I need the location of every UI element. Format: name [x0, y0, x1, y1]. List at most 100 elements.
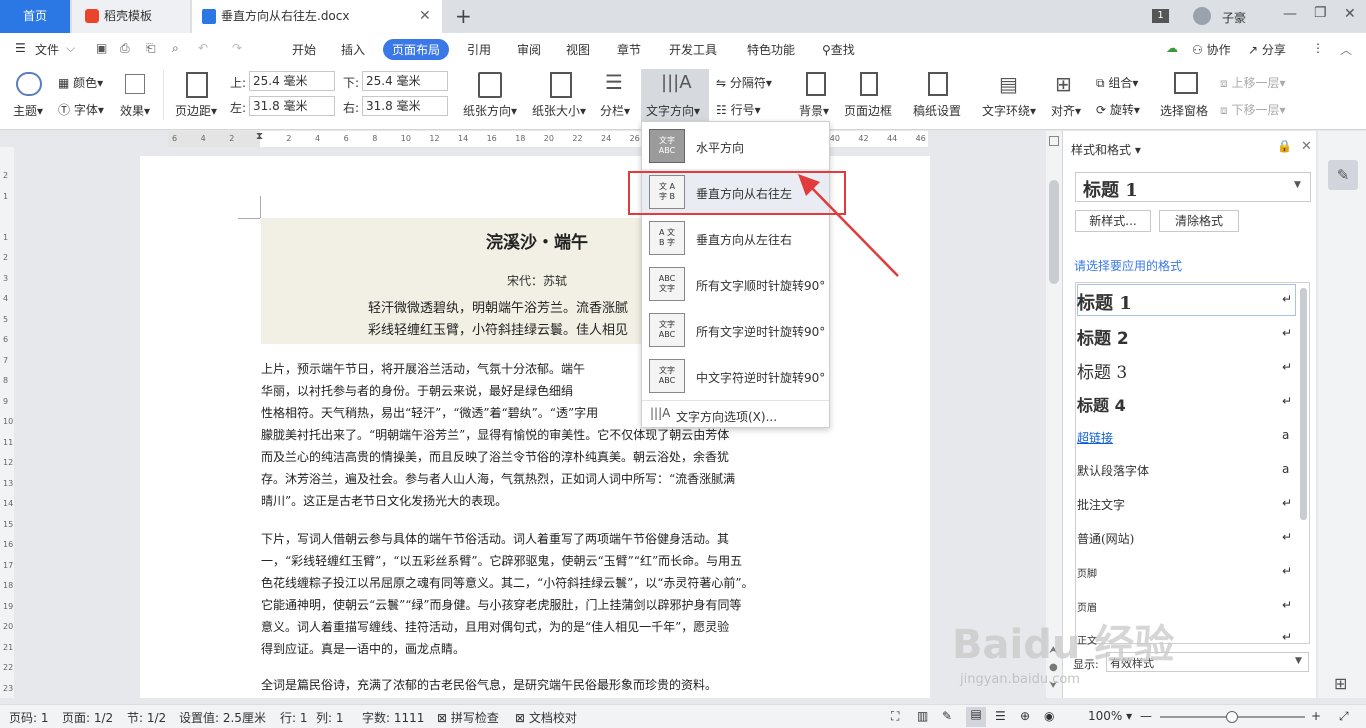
status-section[interactable]: 节: 1/2 — [127, 709, 166, 726]
style-heading-4[interactable]: 标题 4 — [1077, 392, 1126, 416]
status-pages[interactable]: 页面: 1/2 — [62, 709, 113, 726]
style-footer[interactable]: 页脚 — [1077, 565, 1097, 580]
colors-button[interactable]: ▦ 颜色▾ — [58, 74, 103, 91]
columns-icon[interactable]: ☰ — [605, 70, 623, 94]
close-window-icon[interactable]: ✕ — [1344, 6, 1356, 22]
background-button[interactable]: 背景▾ — [799, 102, 829, 119]
share-button[interactable]: ↗ 分享 — [1248, 41, 1286, 58]
close-tab-icon[interactable]: ✕ — [419, 0, 431, 33]
paragraph-line[interactable]: 晴川”。这正是古老节日文化发扬光大的表现。 — [261, 490, 816, 512]
menu-search[interactable]: ⚲查找 — [822, 41, 855, 58]
paragraph-line[interactable]: 而及兰心的纯洁高贵的情操美，而且反映了浴兰令节俗的淳朴纯真美。朝云浴处，余香犹 — [261, 446, 816, 468]
current-style-select[interactable]: 标题 1 ▼ — [1075, 172, 1311, 202]
style-comment[interactable]: 批注文字 — [1077, 496, 1125, 513]
undo-icon[interactable]: ↶ — [198, 41, 208, 55]
write-mode-icon[interactable]: ✎ — [942, 709, 952, 723]
menu-references[interactable]: 引用 — [467, 41, 491, 58]
margins-button[interactable]: 页边距▾ — [175, 102, 217, 119]
top-margin-input[interactable]: 25.4 毫米 — [249, 71, 335, 91]
restore-icon[interactable]: ❐ — [1314, 5, 1327, 21]
left-margin-input[interactable]: 31.8 毫米 — [249, 96, 335, 116]
selection-pane-icon[interactable] — [1174, 72, 1198, 94]
close-panel-icon[interactable]: ✕ — [1301, 139, 1312, 154]
orientation-icon[interactable] — [478, 72, 502, 98]
menu-developer[interactable]: 开发工具 — [669, 41, 717, 58]
group-button[interactable]: ⧉ 组合▾ — [1096, 74, 1138, 91]
panel-title[interactable]: 样式和格式 ▾ — [1071, 141, 1141, 158]
fit-window-icon[interactable]: ⤢ — [1339, 709, 1349, 724]
style-heading-2[interactable]: 标题 2 — [1077, 324, 1129, 349]
status-col[interactable]: 列: 1 — [316, 709, 344, 726]
send-backward-button[interactable]: ⧈ 下移一层▾ — [1220, 101, 1286, 118]
background-icon[interactable] — [806, 72, 826, 96]
rotate-button[interactable]: ⟳ 旋转▾ — [1096, 101, 1140, 118]
align-icon[interactable]: ⊞ — [1055, 72, 1072, 96]
web-view-icon[interactable]: ⊕ — [1020, 709, 1030, 723]
hamburger-icon[interactable]: ☰ — [15, 41, 26, 55]
read-mode-icon[interactable]: ▥ — [917, 709, 928, 723]
tab-home[interactable]: 首页 — [0, 0, 70, 33]
menu-view[interactable]: 视图 — [566, 41, 590, 58]
export-pdf-icon[interactable]: ⎙ — [120, 41, 130, 56]
cloud-sync-icon[interactable]: ☁ — [1166, 41, 1178, 55]
paper-size-button[interactable]: 纸张大小▾ — [532, 102, 586, 119]
status-words[interactable]: 字数: 1111 — [362, 709, 424, 726]
tab-document[interactable]: 垂直方向从右往左.docx ✕ — [192, 0, 442, 33]
spell-check-button[interactable]: ⊠ 拼写检查 — [437, 709, 499, 726]
redo-icon[interactable]: ↷ — [232, 41, 242, 55]
lock-icon[interactable]: 🔒 — [1277, 139, 1292, 153]
style-pen-icon[interactable]: ✎ — [1328, 160, 1358, 190]
theme-button[interactable]: 主题▾ — [13, 102, 43, 119]
effects-button[interactable]: 效果▾ — [120, 102, 150, 119]
zoom-level[interactable]: 100% ▾ — [1088, 709, 1132, 723]
wrap-text-button[interactable]: 文字环绕▾ — [982, 102, 1036, 119]
paragraph-line[interactable]: 意义。词人着重描写缠线、挂符活动，且用对偶句式，为的是“佳人相见一千年”，愿灵验 — [261, 616, 816, 638]
menu-chapter[interactable]: 章节 — [617, 41, 641, 58]
bring-forward-button[interactable]: ⧈ 上移一层▾ — [1220, 74, 1286, 91]
menu-item-cjk-rotate[interactable]: 文字 ABC 中文字符逆时针旋转90° — [642, 353, 829, 399]
page-border-button[interactable]: 页面边框 — [844, 102, 892, 119]
columns-button[interactable]: 分栏▾ — [600, 102, 630, 119]
zoom-slider-handle[interactable] — [1226, 711, 1238, 723]
paragraph-line[interactable]: 全词是篇民俗诗，充满了浓郁的古老民俗气息，是研究端午民俗最形象而珍贵的资料。 — [261, 674, 816, 696]
menu-item-options[interactable]: |||A 文字方向选项(X)... — [650, 406, 828, 426]
selection-pane-button[interactable]: 选择窗格 — [1160, 102, 1208, 119]
zoom-out-icon[interactable]: — — [1140, 709, 1152, 723]
menu-special[interactable]: 特色功能 — [747, 41, 795, 58]
menu-item-horizontal[interactable]: 文字 ABC 水平方向 — [642, 123, 829, 169]
style-hyperlink[interactable]: 超链接 — [1077, 429, 1113, 446]
theme-icon[interactable] — [16, 72, 42, 96]
print-icon[interactable]: ⎗ — [146, 41, 156, 56]
text-direction-button[interactable]: |||A 文字方向▾ — [641, 69, 709, 122]
line-number-button[interactable]: ☷ 行号▾ — [716, 101, 761, 118]
grid-paper-icon[interactable] — [928, 72, 948, 96]
breaks-button[interactable]: ⇋ 分隔符▾ — [716, 74, 772, 91]
chevron-down-icon[interactable]: ⌵ — [66, 41, 75, 56]
menu-review[interactable]: 审阅 — [517, 41, 541, 58]
paragraph-line[interactable]: 下片，写词人借朝云参与具体的端午节俗活动。词人着重写了两项端午节俗健身活动。其 — [261, 528, 816, 550]
grid-icon[interactable]: ⊞ — [1334, 674, 1347, 693]
grid-paper-button[interactable]: 稿纸设置 — [913, 102, 961, 119]
status-page[interactable]: 页码: 1 — [9, 709, 49, 726]
document-scroll-thumb[interactable] — [1049, 180, 1059, 284]
collab-button[interactable]: ⚇ 协作 — [1192, 41, 1231, 58]
status-row[interactable]: 行: 1 — [280, 709, 308, 726]
eye-protect-icon[interactable]: ◉ — [1044, 709, 1054, 723]
more-icon[interactable]: ⋮ — [1312, 41, 1324, 55]
indent-marker-icon[interactable]: ⧗ — [256, 131, 263, 142]
split-icon[interactable] — [1049, 136, 1059, 146]
menu-insert[interactable]: 插入 — [341, 41, 365, 58]
tab-template[interactable]: 稻壳模板 — [72, 0, 190, 33]
paragraph-line[interactable]: 一，“彩线轻缠红玉臂”，“以五彩丝系臂”。它辟邪驱鬼，使朝云“玉臂”“红”而长命… — [261, 550, 816, 572]
zoom-in-icon[interactable]: + — [1311, 709, 1321, 723]
fonts-button[interactable]: Ⓣ 字体▾ — [58, 101, 104, 118]
margins-icon[interactable] — [186, 72, 208, 98]
window-count-badge[interactable]: 1 — [1152, 9, 1169, 23]
paragraph-line[interactable]: 存。沐芳浴兰，遍及社会。参与者人山人海，气氛热烈，正如词人词中所写：“流香涨腻满 — [261, 468, 816, 490]
style-list-scroll-thumb[interactable] — [1300, 288, 1307, 520]
menu-item-rotate-ccw[interactable]: 文字 ABC 所有文字逆时针旋转90° — [642, 307, 829, 353]
orientation-button[interactable]: 纸张方向▾ — [463, 102, 517, 119]
print-preview-icon[interactable]: ⌕ — [172, 41, 179, 56]
align-button[interactable]: 对齐▾ — [1051, 102, 1081, 119]
menu-file[interactable]: 文件 — [35, 41, 59, 58]
